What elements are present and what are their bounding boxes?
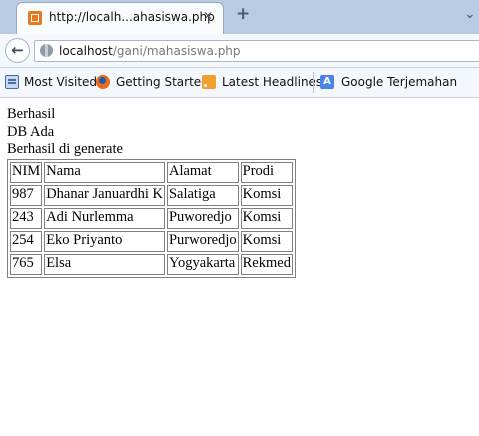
- cell-nama: Adi Nurlemma: [44, 207, 165, 229]
- navigation-toolbar: ← localhost/gani/mahasiswa.php: [0, 34, 479, 68]
- cell-alamat: Purworedjo: [166, 230, 239, 252]
- cell-prodi: Rekmed: [240, 253, 293, 275]
- status-message: Berhasil: [7, 106, 56, 122]
- close-tab-icon[interactable]: ✕: [203, 9, 213, 23]
- list-tabs-icon[interactable]: ⌄: [464, 6, 476, 22]
- url-host: localhost: [59, 44, 113, 58]
- table-row: 243 Adi Nurlemma Puworedjo Komsi: [10, 207, 293, 229]
- rss-icon: [202, 75, 216, 89]
- cell-nim: 765: [10, 253, 43, 275]
- new-tab-button[interactable]: +: [236, 4, 250, 24]
- bookmark-getting-started[interactable]: Getting Started: [116, 75, 209, 89]
- cell-alamat: Yogyakarta: [166, 253, 239, 275]
- page-content: Berhasil DB Ada Berhasil di generate NIM…: [7, 106, 296, 278]
- table-header-row: NIM Nama Alamat Prodi: [10, 161, 293, 183]
- back-button[interactable]: ←: [5, 38, 30, 63]
- bookmark-latest-headlines[interactable]: Latest Headlines: [222, 75, 322, 89]
- cell-nim: 243: [10, 207, 43, 229]
- mahasiswa-table: NIM Nama Alamat Prodi 987 Dhanar Januard…: [7, 158, 296, 278]
- cell-nim: 254: [10, 230, 43, 252]
- globe-icon: [40, 44, 53, 57]
- firefox-icon: [96, 75, 110, 89]
- cell-prodi: Komsi: [240, 184, 293, 206]
- bookmark-most-visited[interactable]: Most Visited: [24, 75, 97, 89]
- most-visited-icon: [5, 75, 19, 89]
- translate-icon: A: [320, 75, 334, 89]
- url-path: /gani/mahasiswa.php: [112, 44, 241, 58]
- status-message: Berhasil di generate: [7, 141, 123, 157]
- url-bar[interactable]: localhost/gani/mahasiswa.php: [34, 40, 479, 62]
- tab-title: http://localh...ahasiswa.php: [49, 10, 215, 24]
- table-row: 765 Elsa Yogyakarta Rekmed: [10, 253, 293, 275]
- cell-alamat: Puworedjo: [166, 207, 239, 229]
- cell-alamat: Salatiga: [166, 184, 239, 206]
- cell-prodi: Komsi: [240, 230, 293, 252]
- table-row: 987 Dhanar Januardhi K Salatiga Komsi: [10, 184, 293, 206]
- table-row: 254 Eko Priyanto Purworedjo Komsi: [10, 230, 293, 252]
- cell-prodi: Komsi: [240, 207, 293, 229]
- url-text: localhost/gani/mahasiswa.php: [59, 44, 241, 58]
- xampp-icon: [28, 11, 42, 25]
- bookmark-separator: [313, 72, 314, 93]
- column-header-nama: Nama: [44, 161, 165, 183]
- tab-strip: http://localh...ahasiswa.php ✕ + ⌄: [0, 0, 479, 34]
- cell-nama: Elsa: [44, 253, 165, 275]
- browser-tab[interactable]: http://localh...ahasiswa.php ✕: [16, 2, 224, 34]
- cell-nim: 987: [10, 184, 43, 206]
- status-message: DB Ada: [7, 123, 55, 140]
- column-header-alamat: Alamat: [166, 161, 239, 183]
- cell-nama: Dhanar Januardhi K: [44, 184, 165, 206]
- cell-nama: Eko Priyanto: [44, 230, 165, 252]
- column-header-prodi: Prodi: [240, 161, 293, 183]
- bookmark-google-terjemahan[interactable]: Google Terjemahan: [341, 75, 457, 89]
- bookmarks-toolbar: Most Visited Getting Started Latest Head…: [0, 68, 479, 98]
- column-header-nim: NIM: [10, 161, 43, 183]
